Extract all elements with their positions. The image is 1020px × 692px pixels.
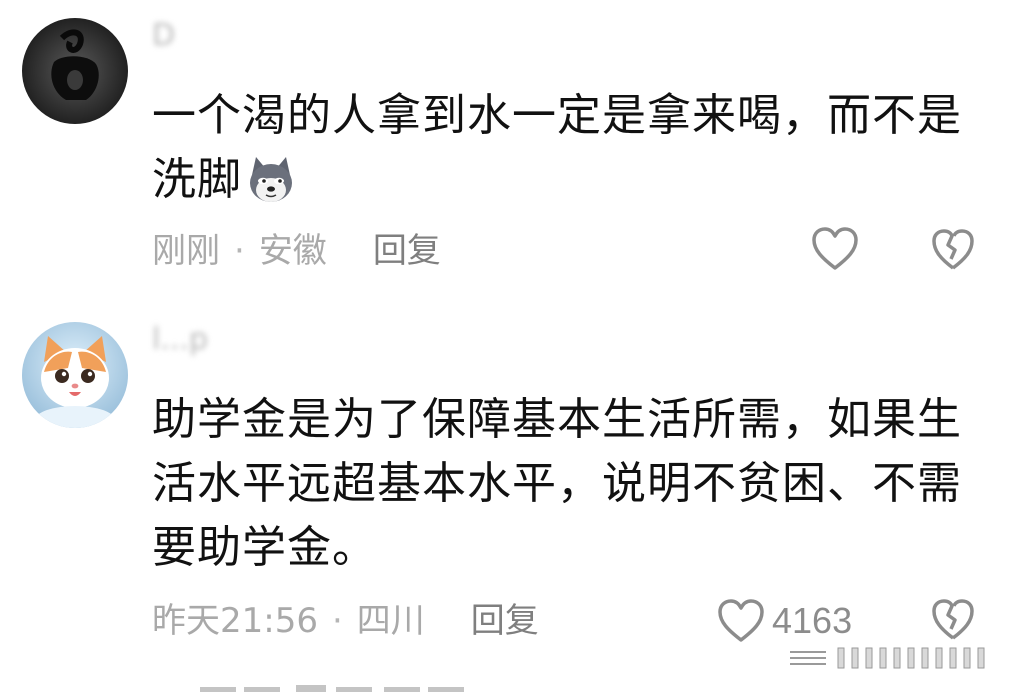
next-comment-partial [200, 680, 500, 692]
husky-dog-emoji-icon [244, 153, 298, 207]
heart-outline-icon [812, 227, 858, 270]
username[interactable]: l...p [152, 322, 208, 362]
heart-outline-icon [718, 599, 764, 642]
comment-time: 刚刚 [152, 231, 220, 271]
like-button[interactable]: 4163 [716, 598, 852, 644]
comment-meta: 刚刚 · 安徽 回复 [152, 226, 441, 276]
comment-time: 昨天21:56 [152, 601, 318, 641]
separator: · [331, 601, 343, 641]
avatar-image [22, 322, 128, 428]
dislike-button[interactable] [930, 598, 976, 646]
reply-button[interactable]: 回复 [471, 596, 539, 646]
comment-text: 助学金是为了保障基本生活所需，如果生 活水平远超基本水平，说明不贫困、不需 要助… [152, 388, 972, 580]
comment-location: 四川 [356, 601, 425, 641]
comment-text-line: 要助学金。 [152, 522, 377, 573]
like-button[interactable] [810, 226, 866, 272]
watermark-logo [786, 644, 1000, 674]
avatar[interactable] [22, 18, 128, 124]
comment-text-line: 活水平远超基本水平，说明不贫困、不需 [152, 458, 962, 509]
username[interactable]: D [152, 18, 175, 58]
avatar[interactable] [22, 322, 128, 428]
comment-text-line-content: 洗脚 [152, 154, 242, 205]
comment-location: 安徽 [258, 231, 327, 271]
broken-heart-icon [932, 599, 974, 640]
separator: · [234, 231, 245, 271]
reply-button[interactable]: 回复 [373, 226, 441, 276]
dislike-button[interactable] [930, 228, 976, 276]
broken-heart-icon [932, 229, 974, 270]
comment-text-line: 助学金是为了保障基本生活所需，如果生 [152, 394, 962, 445]
comment-text-line: 洗脚 [152, 148, 972, 212]
comment-meta: 昨天21:56 · 四川 回复 [152, 596, 539, 646]
like-count: 4163 [772, 600, 853, 641]
comment-text-line: 一个渴的人拿到水一定是拿来喝，而不是 [152, 90, 962, 141]
comment-text: 一个渴的人拿到水一定是拿来喝，而不是 洗脚 [152, 84, 972, 212]
comment-item-1: D 一个渴的人拿到水一定是拿来喝，而不是 洗脚 刚刚 · 安徽 回复 [0, 0, 1020, 290]
avatar-image [22, 18, 128, 124]
comment-item-2: l...p 助学金是为了保障基本生活所需，如果生 活水平远超基本水平，说明不贫困… [0, 300, 1020, 670]
